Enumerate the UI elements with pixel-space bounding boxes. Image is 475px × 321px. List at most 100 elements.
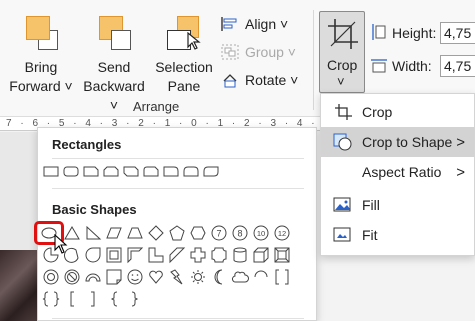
snip-diagonal-rectangle-shape[interactable] — [122, 162, 140, 180]
group-button[interactable]: Group ˅ — [221, 44, 296, 60]
menu-item-fit[interactable]: Fit — [321, 220, 474, 250]
rounded-rectangle-shape[interactable] — [62, 162, 80, 180]
menu-item-crop[interactable]: Crop — [321, 97, 474, 127]
bevel-shape[interactable] — [273, 246, 291, 264]
fill-image-icon — [333, 197, 351, 212]
menu-item-crop-to-shape[interactable]: Crop to Shape > — [321, 127, 474, 157]
send-backward-icon — [97, 16, 131, 50]
diamond-shape[interactable] — [147, 224, 165, 242]
height-icon — [370, 23, 386, 41]
height-field[interactable]: 4,75 — [440, 22, 475, 44]
donut-shape[interactable] — [42, 268, 60, 286]
teardrop-shape[interactable] — [84, 246, 102, 264]
octagon-number-7: 7 — [216, 229, 221, 239]
align-button[interactable]: Align ˅ — [221, 16, 288, 32]
shapes-divider — [52, 188, 304, 189]
snip-round-rectangle-shape[interactable] — [142, 162, 160, 180]
half-frame-shape[interactable] — [126, 246, 144, 264]
selection-pane-label-2: Pane — [167, 78, 201, 94]
left-brace-shape[interactable] — [105, 290, 123, 308]
can-shape[interactable] — [231, 246, 249, 264]
rotate-button[interactable]: Rotate ˅ — [221, 72, 298, 88]
octagon-number-10: 10 — [257, 229, 265, 238]
menu-item-fill-label: Fill — [362, 197, 380, 213]
group-label: Group ˅ — [245, 44, 296, 60]
frame-shape[interactable] — [105, 246, 123, 264]
menu-item-crop-to-shape-label: Crop to Shape — [362, 134, 453, 150]
crop-button[interactable]: Crop ˅ — [319, 11, 365, 93]
height-label: Height: — [392, 25, 437, 41]
pie-shape[interactable] — [42, 246, 60, 264]
smiley-face-shape[interactable] — [126, 268, 144, 286]
trapezoid-shape[interactable] — [126, 224, 144, 242]
selection-pane-button[interactable]: Selection Pane — [152, 16, 216, 96]
chord-shape[interactable] — [63, 246, 81, 264]
selection-pane-label-1: Selection — [155, 59, 213, 75]
width-label: Width: — [392, 58, 432, 74]
bring-forward-button[interactable]: Bring Forward ˅ — [6, 16, 76, 96]
cube-shape[interactable] — [252, 246, 270, 264]
octagon-number-12: 12 — [278, 229, 286, 238]
no-symbol-shape[interactable] — [63, 268, 81, 286]
snip-same-side-rectangle-shape[interactable] — [102, 162, 120, 180]
heptagon-shape[interactable]: 7 — [210, 224, 228, 242]
round-same-side-rectangle-shape[interactable] — [182, 162, 200, 180]
decagon-shape[interactable]: 10 — [252, 224, 270, 242]
right-brace-shape[interactable] — [126, 290, 144, 308]
block-arc-shape[interactable] — [84, 268, 102, 286]
menu-item-fit-label: Fit — [362, 227, 378, 243]
shapes-gallery: Rectangles Basic Shapes 7 8 10 12 — [34, 127, 317, 321]
plaque-shape[interactable] — [210, 246, 228, 264]
round-single-corner-rectangle-shape[interactable] — [162, 162, 180, 180]
cloud-shape[interactable] — [231, 268, 249, 286]
double-brace-shape[interactable] — [42, 290, 60, 308]
right-triangle-shape[interactable] — [84, 224, 102, 242]
menu-item-fill[interactable]: Fill — [321, 190, 474, 220]
dodecagon-shape[interactable]: 12 — [273, 224, 291, 242]
rotate-label: Rotate ˅ — [245, 72, 299, 88]
bring-forward-label-2: Forward ˅ — [9, 78, 73, 94]
octagon-number-8: 8 — [237, 229, 242, 239]
crop-to-shape-chevron-icon: > — [456, 133, 465, 151]
menu-item-aspect-ratio[interactable]: Aspect Ratio > — [321, 157, 474, 187]
rectangle-shape[interactable] — [42, 162, 60, 180]
cross-shape[interactable] — [189, 246, 207, 264]
rotate-icon — [221, 72, 239, 88]
right-bracket-shape[interactable] — [84, 290, 102, 308]
basic-shapes-title: Basic Shapes — [52, 202, 137, 217]
double-bracket-shape[interactable] — [273, 268, 291, 286]
lightning-bolt-shape[interactable] — [168, 268, 186, 286]
crop-dropdown-menu: Crop Crop to Shape > Aspect Ratio > Fill… — [320, 93, 475, 256]
heart-shape[interactable] — [147, 268, 165, 286]
selection-pane-icon — [167, 16, 201, 50]
l-shape[interactable] — [147, 246, 165, 264]
round-diagonal-rectangle-shape[interactable] — [202, 162, 220, 180]
sun-shape[interactable] — [189, 268, 207, 286]
moon-shape[interactable] — [210, 268, 228, 286]
group-icon — [221, 44, 239, 60]
parallelogram-shape[interactable] — [105, 224, 123, 242]
pentagon-shape[interactable] — [168, 224, 186, 242]
octagon-shape[interactable]: 8 — [231, 224, 249, 242]
left-bracket-shape[interactable] — [63, 290, 81, 308]
crop-to-shape-icon — [333, 133, 352, 151]
hexagon-shape[interactable] — [189, 224, 207, 242]
bring-forward-icon — [24, 16, 58, 50]
arc-shape[interactable] — [252, 268, 270, 286]
align-label: Align ˅ — [245, 16, 289, 32]
align-icon — [221, 16, 239, 32]
crop-icon-large — [328, 19, 358, 49]
diagonal-stripe-shape[interactable] — [168, 246, 186, 264]
slide-image — [0, 250, 40, 321]
bottom-divider — [52, 318, 304, 319]
width-field[interactable]: 4,75 — [440, 55, 475, 77]
bring-forward-label-1: Bring — [24, 59, 58, 75]
folded-corner-shape[interactable] — [105, 268, 123, 286]
crop-icon — [335, 104, 352, 120]
aspect-ratio-chevron-icon: > — [456, 163, 465, 181]
fit-image-icon — [333, 227, 351, 242]
menu-item-aspect-ratio-label: Aspect Ratio — [362, 164, 442, 180]
snip-single-corner-rectangle-shape[interactable] — [82, 162, 100, 180]
rectangles-title: Rectangles — [52, 137, 122, 152]
send-backward-label-1: Send — [97, 59, 131, 75]
